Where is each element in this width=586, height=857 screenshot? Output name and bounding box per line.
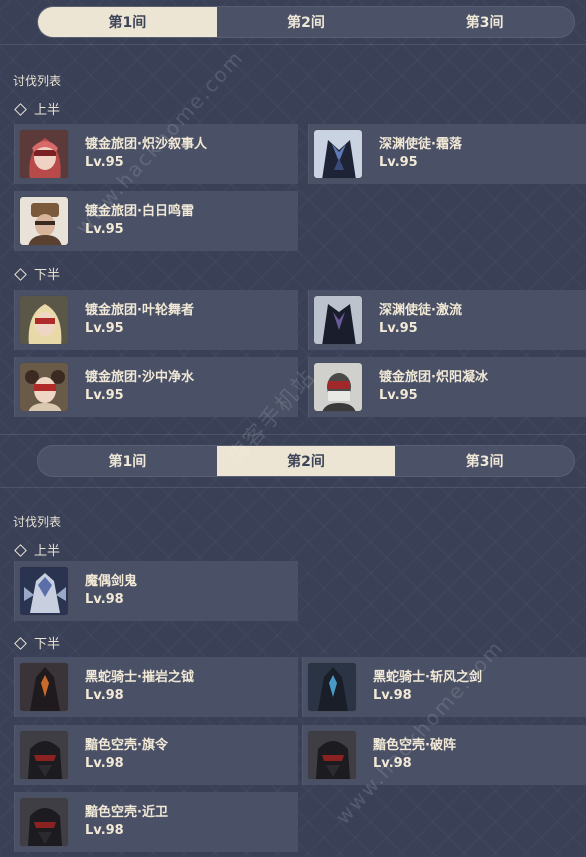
first-half-label: 上半 <box>14 99 60 118</box>
diamond-icon <box>14 637 26 649</box>
enemy-list-title: 讨伐列表 <box>13 74 62 88</box>
enemy-level: Lv.95 <box>85 321 124 336</box>
enemy-name: 深渊使徒·激流 <box>379 303 462 318</box>
enemy-level: Lv.98 <box>85 756 124 771</box>
abyss-herald-avatar <box>313 129 363 179</box>
tab-chamber-2[interactable]: 第2间 <box>217 7 396 37</box>
enemy-level: Lv.98 <box>85 592 124 607</box>
enemy-card[interactable]: 黯色空壳·近卫 Lv.98 <box>14 792 298 852</box>
enemy-level: Lv.98 <box>85 688 124 703</box>
woman-red-hair-avatar <box>19 129 69 179</box>
enemy-name: 黯色空壳·近卫 <box>85 805 168 820</box>
enemy-card[interactable]: 黯色空壳·旗令 Lv.98 <box>14 725 298 785</box>
diamond-icon <box>14 268 26 280</box>
shadowy-husk-avatar <box>19 797 69 847</box>
divider <box>0 487 586 488</box>
second-half-label: 下半 <box>14 633 60 652</box>
tab-chamber-1[interactable]: 第1间 <box>38 7 217 37</box>
enemy-name: 镀金旅团·沙中净水 <box>85 370 194 385</box>
enemy-name: 魔偶剑鬼 <box>85 574 138 589</box>
enemy-card[interactable]: 深渊使徒·激流 Lv.95 <box>308 290 586 350</box>
blonde-masked-avatar <box>19 295 69 345</box>
abyss-herald-avatar <box>313 295 363 345</box>
divider <box>0 44 586 45</box>
enemy-card[interactable]: 镀金旅团·叶轮舞者 Lv.95 <box>14 290 298 350</box>
masked-dancer-avatar <box>19 362 69 412</box>
enemy-name: 镀金旅团·炽阳凝冰 <box>379 370 488 385</box>
man-turban-avatar <box>19 196 69 246</box>
chamber-tabbar: 第1间 第2间 第3间 <box>37 445 575 477</box>
first-half-label: 上半 <box>14 540 60 559</box>
diamond-icon <box>14 103 26 115</box>
enemy-level: Lv.95 <box>379 388 418 403</box>
tab-chamber-1[interactable]: 第1间 <box>38 446 217 476</box>
black-serpent-knight-avatar <box>307 662 357 712</box>
enemy-name: 深渊使徒·霜落 <box>379 137 462 152</box>
shadowy-husk-avatar <box>19 730 69 780</box>
masked-man-avatar <box>313 362 363 412</box>
enemy-card[interactable]: 黑蛇骑士·摧岩之钺 Lv.98 <box>14 657 298 717</box>
tab-chamber-3[interactable]: 第3间 <box>395 7 574 37</box>
enemy-level: Lv.98 <box>85 823 124 838</box>
enemy-level: Lv.95 <box>379 155 418 170</box>
enemy-card[interactable]: 黯色空壳·破阵 Lv.98 <box>302 725 586 785</box>
tab-chamber-3[interactable]: 第3间 <box>395 446 574 476</box>
enemy-card[interactable]: 魔偶剑鬼 Lv.98 <box>14 561 298 621</box>
shadowy-husk-avatar <box>307 730 357 780</box>
enemy-list-title: 讨伐列表 <box>13 515 62 529</box>
section-divider <box>0 434 586 435</box>
enemy-level: Lv.95 <box>85 388 124 403</box>
enemy-card[interactable]: 镀金旅团·白日鸣雷 Lv.95 <box>14 191 298 251</box>
diamond-icon <box>14 544 26 556</box>
enemy-name: 黯色空壳·旗令 <box>85 738 168 753</box>
second-half-label: 下半 <box>14 264 60 283</box>
enemy-card[interactable]: 深渊使徒·霜落 Lv.95 <box>308 124 586 184</box>
enemy-name: 镀金旅团·叶轮舞者 <box>85 303 194 318</box>
enemy-name: 黑蛇骑士·摧岩之钺 <box>85 670 194 685</box>
enemy-card[interactable]: 镀金旅团·炽阳凝冰 Lv.95 <box>308 357 586 417</box>
enemy-level: Lv.95 <box>379 321 418 336</box>
chamber-tabbar: 第1间 第2间 第3间 <box>37 6 575 38</box>
black-serpent-knight-avatar <box>19 662 69 712</box>
maguu-kenki-avatar <box>19 566 69 616</box>
